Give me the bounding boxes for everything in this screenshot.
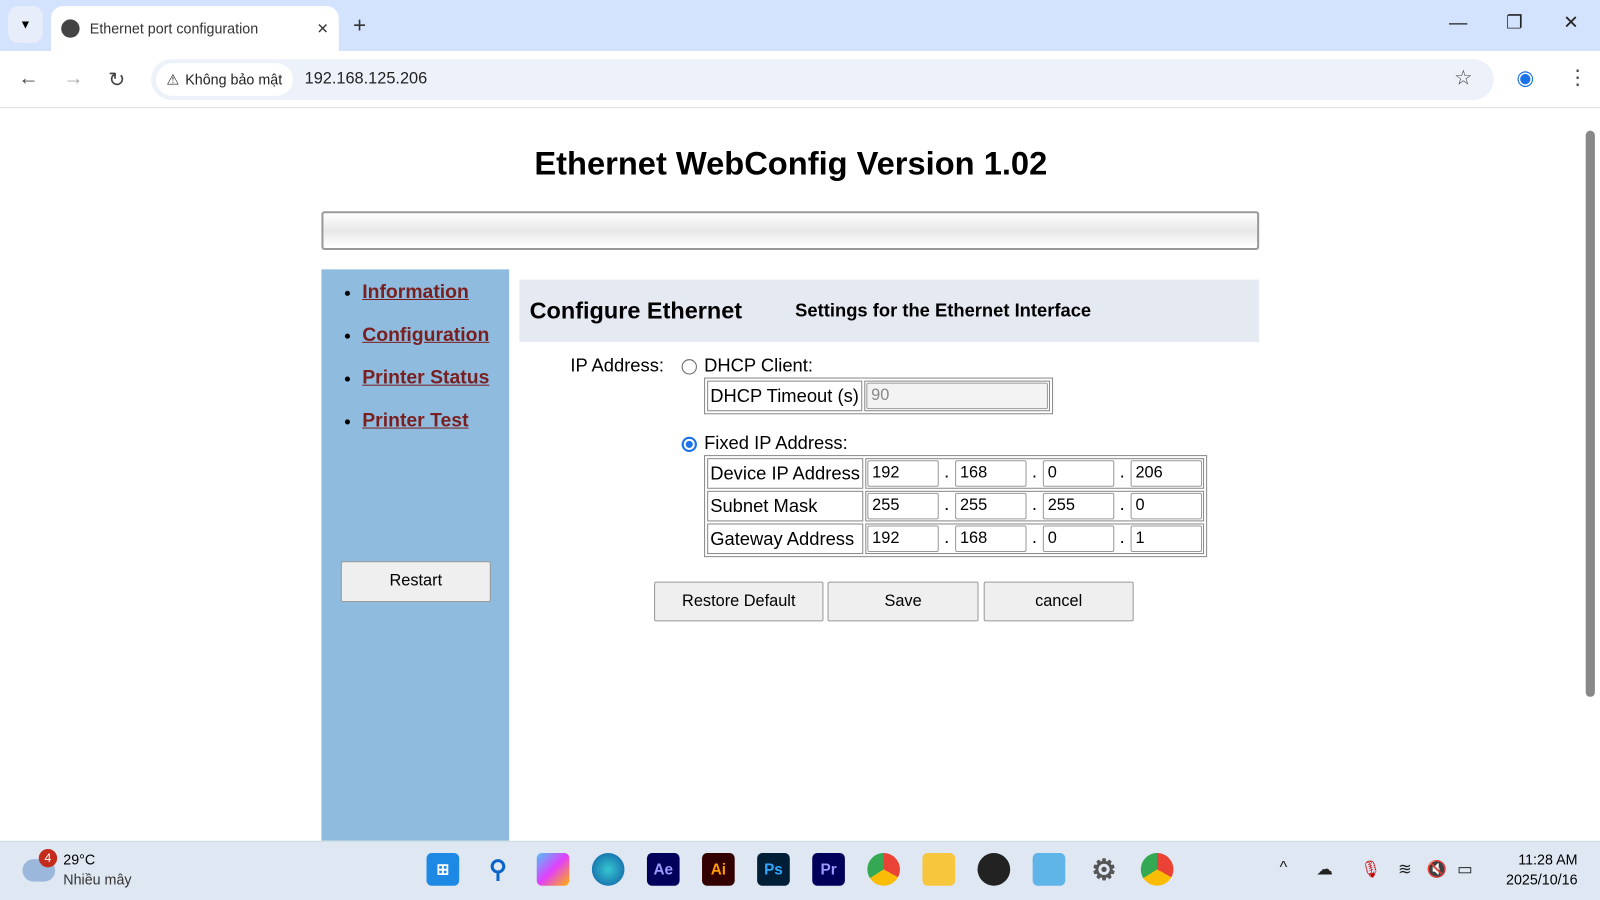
cancel-button[interactable]: cancel bbox=[983, 581, 1134, 622]
address-bar[interactable]: ⚠ Không bảo mật 192.168.125.206 bbox=[151, 59, 1494, 100]
globe-icon bbox=[61, 19, 80, 38]
tab-title: Ethernet port configuration bbox=[89, 20, 259, 37]
scrollbar-thumb[interactable] bbox=[1585, 130, 1595, 697]
sidebar-item-printer-status: Printer Status bbox=[362, 367, 489, 389]
minimize-button[interactable]: — bbox=[1449, 12, 1467, 33]
dhcp-timeout-cell bbox=[863, 380, 1050, 412]
reload-button[interactable]: ↻ bbox=[108, 67, 125, 93]
device-ip-octet-1[interactable] bbox=[867, 460, 939, 487]
page-content: Ethernet WebConfig Version 1.02 Informat… bbox=[0, 108, 1582, 841]
obs-icon[interactable] bbox=[977, 853, 1011, 886]
weather-temp[interactable]: 29°C bbox=[63, 851, 95, 867]
subnet-octet-1[interactable] bbox=[867, 492, 939, 520]
sidebar-item-information: Information bbox=[362, 282, 489, 304]
url-text[interactable]: 192.168.125.206 bbox=[305, 70, 428, 88]
gateway-octet-2[interactable] bbox=[954, 525, 1027, 553]
clock-time[interactable]: 11:28 AM bbox=[1498, 851, 1577, 867]
save-button[interactable]: Save bbox=[827, 581, 979, 622]
forward-button[interactable]: → bbox=[63, 67, 83, 90]
device-ip-octet-4[interactable] bbox=[1130, 460, 1202, 487]
onedrive-off-icon[interactable]: ☁ bbox=[1316, 859, 1332, 879]
fixed-ip-table: Device IP Address... Subnet Mask... Gate… bbox=[704, 455, 1207, 558]
tab-search-button[interactable]: ▼ bbox=[8, 6, 43, 43]
subnet-octet-3[interactable] bbox=[1042, 492, 1115, 520]
dhcp-timeout-label: DHCP Timeout (s) bbox=[707, 380, 862, 412]
sidebar-item-configuration: Configuration bbox=[362, 324, 489, 346]
close-window-button[interactable]: ✕ bbox=[1563, 12, 1578, 33]
chevron-down-icon: ▼ bbox=[19, 17, 32, 32]
menu-icon[interactable]: ⋮ bbox=[1567, 65, 1587, 91]
sidebar-item-printer-test: Printer Test bbox=[362, 410, 489, 432]
link-printer-status[interactable]: Printer Status bbox=[362, 367, 489, 388]
subnet-mask-fields: ... bbox=[865, 490, 1204, 522]
subnet-octet-2[interactable] bbox=[954, 492, 1027, 520]
gateway-octet-4[interactable] bbox=[1130, 525, 1202, 553]
gateway-octet-1[interactable] bbox=[867, 525, 939, 553]
close-tab-icon[interactable]: ✕ bbox=[317, 20, 329, 37]
gateway-label: Gateway Address bbox=[707, 523, 864, 555]
security-chip[interactable]: ⚠ Không bảo mật bbox=[156, 63, 293, 96]
search-icon[interactable]: ⚲ bbox=[482, 853, 515, 886]
restart-button[interactable]: Restart bbox=[340, 561, 491, 603]
device-ip-fields: ... bbox=[865, 458, 1204, 489]
warning-icon: ⚠ bbox=[166, 70, 180, 88]
subnet-mask-label: Subnet Mask bbox=[707, 490, 864, 522]
wifi-icon[interactable]: ≋ bbox=[1398, 859, 1412, 879]
new-tab-button[interactable]: + bbox=[353, 12, 366, 39]
ip-address-label: IP Address: bbox=[570, 355, 665, 376]
link-information[interactable]: Information bbox=[362, 282, 469, 303]
restore-default-button[interactable]: Restore Default bbox=[654, 581, 824, 622]
screenshot-tool-icon[interactable] bbox=[1032, 853, 1066, 886]
weather-badge: 4 bbox=[38, 848, 58, 868]
gateway-octet-3[interactable] bbox=[1042, 525, 1115, 553]
section-header: Configure Ethernet Settings for the Ethe… bbox=[519, 279, 1260, 342]
fixed-ip-label: Fixed IP Address: bbox=[704, 432, 848, 454]
file-explorer-icon[interactable] bbox=[922, 853, 956, 886]
security-label: Không bảo mật bbox=[185, 71, 283, 88]
weather-desc[interactable]: Nhiều mây bbox=[63, 871, 131, 887]
fixed-ip-radio[interactable] bbox=[681, 436, 697, 453]
windows-start-icon[interactable]: ⊞ bbox=[426, 853, 460, 886]
illustrator-icon[interactable]: Ai bbox=[702, 853, 735, 886]
edge-icon[interactable] bbox=[591, 853, 625, 886]
table-row: Subnet Mask... bbox=[707, 490, 1204, 522]
clock-date[interactable]: 2025/10/16 bbox=[1498, 871, 1578, 887]
restore-button[interactable]: ❐ bbox=[1506, 12, 1522, 33]
table-row: Gateway Address... bbox=[707, 523, 1204, 555]
section-title: Configure Ethernet bbox=[529, 296, 743, 324]
tray-overflow-chevron-icon[interactable]: ^ bbox=[1280, 859, 1288, 877]
page-title: Ethernet WebConfig Version 1.02 bbox=[534, 144, 1048, 182]
table-row: Device IP Address... bbox=[707, 458, 1204, 489]
device-ip-label: Device IP Address bbox=[707, 458, 864, 489]
chrome-icon[interactable] bbox=[867, 853, 900, 886]
dhcp-timeout-input[interactable] bbox=[866, 382, 1048, 410]
volume-muted-icon[interactable]: 🔇 bbox=[1427, 859, 1447, 879]
link-printer-test[interactable]: Printer Test bbox=[362, 410, 468, 431]
link-configuration[interactable]: Configuration bbox=[362, 324, 489, 345]
subnet-octet-4[interactable] bbox=[1130, 492, 1202, 520]
dhcp-radio[interactable] bbox=[681, 359, 697, 375]
dhcp-table: DHCP Timeout (s) bbox=[704, 377, 1053, 415]
premiere-icon[interactable]: Pr bbox=[812, 853, 845, 886]
dhcp-label: DHCP Client: bbox=[704, 355, 813, 376]
header-bar bbox=[321, 211, 1260, 250]
after-effects-icon[interactable]: Ae bbox=[646, 853, 680, 886]
section-subtitle: Settings for the Ethernet Interface bbox=[795, 299, 1092, 321]
settings-gear-icon[interactable]: ⚙ bbox=[1088, 853, 1121, 886]
bookmark-star-icon[interactable]: ☆ bbox=[1454, 65, 1472, 91]
microphone-icon[interactable]: 🎙 bbox=[1360, 859, 1381, 879]
copilot-icon[interactable] bbox=[536, 853, 570, 886]
profile-icon[interactable]: ◉ bbox=[1516, 65, 1534, 91]
device-ip-octet-2[interactable] bbox=[954, 460, 1027, 487]
gateway-fields: ... bbox=[865, 523, 1204, 555]
photoshop-icon[interactable]: Ps bbox=[757, 853, 790, 886]
chrome-active-icon[interactable] bbox=[1140, 853, 1174, 886]
battery-icon[interactable]: ▭ bbox=[1457, 859, 1472, 879]
device-ip-octet-3[interactable] bbox=[1042, 460, 1115, 487]
back-button[interactable]: ← bbox=[18, 67, 38, 90]
sidebar: Information Configuration Printer Status… bbox=[321, 269, 510, 841]
tab-active[interactable]: Ethernet port configuration ✕ bbox=[51, 6, 339, 52]
